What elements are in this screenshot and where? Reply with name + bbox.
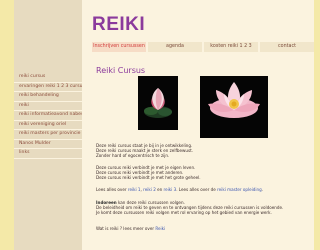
- reiki-2-link[interactable]: reiki 2: [143, 187, 156, 192]
- lotus-flower-photo: [200, 76, 268, 138]
- links-sep-2: en: [155, 187, 164, 192]
- info-line-3: Je komt deze cursussen reiki volgen met …: [96, 210, 272, 216]
- sidebar-item-vereniging[interactable]: reiki vereniging oriel: [14, 121, 82, 130]
- info-paragraph: Indoreen kan deze reiki cursussen volgen…: [96, 200, 308, 216]
- sidebar-item-reiki[interactable]: reiki: [14, 102, 82, 111]
- links-paragraph: Lees alles over reiki 1, reiki 2 en reik…: [96, 187, 308, 192]
- lotus-bud-photo: [138, 76, 178, 130]
- nav-item-contact[interactable]: contact: [260, 42, 314, 52]
- sidebar-item-ervaringen[interactable]: ervaringen reiki 1 2 3 cursus: [14, 83, 82, 92]
- page: reiki cursus ervaringen reiki 1 2 3 curs…: [14, 0, 314, 250]
- sidebar-menu: reiki cursus ervaringen reiki 1 2 3 curs…: [14, 73, 82, 159]
- sidebar-item-informatieavond[interactable]: reiki informatieavond nabespreking: [14, 111, 82, 121]
- nav-item-kosten[interactable]: kosten reiki 1 2 3: [204, 42, 258, 52]
- links-text-pre: Lees alles over: [96, 187, 128, 192]
- reiki-1-link[interactable]: reiki 1: [128, 187, 141, 192]
- sidebar-item-links[interactable]: links: [14, 149, 82, 159]
- lotus-bud-image: [138, 76, 178, 130]
- sidebar-item-reiki-behandeling[interactable]: reiki behandeling: [14, 92, 82, 102]
- sidebar: reiki cursus ervaringen reiki 1 2 3 curs…: [14, 0, 82, 250]
- intro-paragraph-2: Deze cursus reiki verbindt je met je eig…: [96, 165, 308, 181]
- lotus-flower-image: [200, 76, 268, 138]
- links-end: .: [261, 187, 264, 192]
- more-paragraph: Wat is reiki ? lees meer over Reiki: [96, 226, 308, 231]
- more-text: Wat is reiki ? lees meer over: [96, 226, 156, 231]
- sidebar-item-masters-per-provincie[interactable]: reiki masters per provincie: [14, 130, 82, 140]
- intro2-line-3: Deze cursus reiki verbindt je met het gr…: [96, 175, 201, 181]
- main-content: REIKI Inschrijven cursussen agenda koste…: [82, 0, 314, 250]
- intro-paragraph-1: Deze reiki cursus staat je bij in je ont…: [96, 143, 308, 159]
- reiki-3-link[interactable]: reiki 3: [164, 187, 177, 192]
- site-logo[interactable]: REIKI: [92, 14, 145, 36]
- intro-line-3: Zonder hard of egocentrisch te zijn.: [96, 153, 170, 159]
- sidebar-item-nanos-mulder[interactable]: Nanos Mulder: [14, 140, 82, 149]
- reiki-master-opleiding-link[interactable]: reiki master opleiding: [217, 187, 262, 192]
- page-title: Reiki Cursus: [96, 66, 146, 75]
- nav-item-agenda[interactable]: agenda: [148, 42, 202, 52]
- reiki-more-link[interactable]: Reiki: [155, 226, 165, 231]
- links-sep-3: . Lees alles over de: [176, 187, 218, 192]
- sidebar-item-reiki-cursus[interactable]: reiki cursus: [14, 73, 82, 83]
- top-nav: Inschrijven cursussen agenda kosten reik…: [92, 42, 314, 52]
- nav-item-inschrijven[interactable]: Inschrijven cursussen: [92, 42, 146, 52]
